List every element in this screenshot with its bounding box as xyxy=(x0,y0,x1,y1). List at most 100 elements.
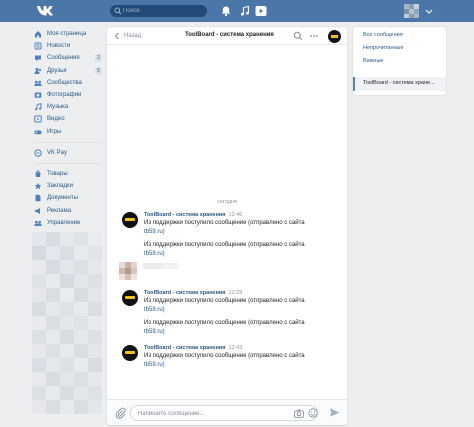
redacted-sidebar-area xyxy=(32,232,102,422)
sidebar-item-label: Игры xyxy=(47,128,62,135)
video-icon xyxy=(34,115,42,123)
message-input[interactable] xyxy=(138,409,278,418)
ads-icon xyxy=(35,207,40,214)
play-icon[interactable] xyxy=(255,5,267,17)
messages-count-badge: 2 xyxy=(95,54,102,63)
sidebar-item-label: VK Pay xyxy=(47,149,68,156)
message-composer xyxy=(107,399,347,425)
sidebar-item-music[interactable]: Музыка xyxy=(32,101,104,113)
message-time: 12:29 xyxy=(228,290,243,296)
back-button[interactable]: Назад xyxy=(114,32,141,40)
search-icon[interactable] xyxy=(293,31,303,41)
filter-all-messages[interactable]: Все сообщения xyxy=(363,32,403,38)
sidebar-item-label: Управление xyxy=(47,219,81,226)
chat-header: Назад ToolBoard - система хранения xyxy=(107,27,347,45)
goods-icon xyxy=(35,170,41,177)
friends-icon xyxy=(34,67,42,74)
sender-name[interactable]: ToolBoard - система хранения 12:29 xyxy=(144,290,242,296)
message-text: Из поддержки поступило сообщение (отправ… xyxy=(144,297,309,314)
active-chat-item[interactable]: ToolBoard - система хране... xyxy=(353,77,446,91)
friends-count-badge: 5 xyxy=(95,66,102,75)
site-link[interactable]: tb59.ru) xyxy=(144,228,309,237)
news-icon xyxy=(34,42,42,50)
sidebar-item-goods[interactable]: Товары xyxy=(32,168,104,180)
vkpay-icon xyxy=(34,149,42,157)
sidebar-item-documents[interactable]: Документы xyxy=(32,192,104,204)
camera-icon[interactable] xyxy=(294,409,304,418)
sender-name[interactable]: ToolBoard - система хранения 12:46 xyxy=(144,212,242,218)
sidebar-item-manage[interactable]: Управление xyxy=(32,217,104,229)
sidebar-item-label: Видео xyxy=(47,116,65,123)
documents-icon xyxy=(35,195,41,202)
sidebar-item-messages[interactable]: Сообщения 2 xyxy=(32,52,104,64)
sidebar-item-video[interactable]: Видео xyxy=(32,113,104,125)
emoji-icon[interactable] xyxy=(308,408,318,418)
sidebar-item-news[interactable]: Новости xyxy=(32,40,104,52)
message-time: 12:43 xyxy=(228,345,243,351)
chat-avatar[interactable] xyxy=(328,30,341,43)
site-link[interactable]: tb59.ru) xyxy=(144,306,309,315)
manage-icon xyxy=(34,220,42,226)
search-input[interactable] xyxy=(123,6,203,16)
site-link[interactable]: tb59.ru) xyxy=(144,361,309,370)
search-icon xyxy=(114,7,122,15)
sidebar-item-friends[interactable]: Друзья 5 xyxy=(32,65,104,77)
sidebar-divider xyxy=(34,162,102,164)
home-icon xyxy=(35,31,41,38)
sidebar-item-communities[interactable]: Сообщества xyxy=(32,77,104,89)
redacted-author xyxy=(119,262,179,280)
site-link[interactable]: tb59.ru) xyxy=(144,328,309,337)
message-item: ToolBoard - система хранения 12:29 Из под… xyxy=(122,290,337,345)
message-text: Из поддержки поступило сообщение (отправ… xyxy=(144,219,309,236)
bookmarks-icon xyxy=(34,182,42,190)
filter-unread[interactable]: Непрочитанные xyxy=(363,45,404,51)
chat-title[interactable]: ToolBoard - система хранения xyxy=(185,32,274,38)
user-avatar[interactable] xyxy=(404,3,436,19)
vk-logo-icon[interactable] xyxy=(36,4,54,17)
sender-avatar[interactable] xyxy=(122,290,138,306)
message-input-box[interactable] xyxy=(130,405,318,421)
left-sidebar: Моя страница Новости Сообщения 2 Друзья … xyxy=(32,28,104,229)
music-icon xyxy=(35,103,42,111)
search-box[interactable] xyxy=(110,5,207,17)
sidebar-item-label: Сообщения xyxy=(47,55,80,62)
sidebar-item-vkpay[interactable]: VK Pay xyxy=(32,147,104,159)
active-chat-label: ToolBoard - система хране... xyxy=(363,80,435,86)
sidebar-item-photos[interactable]: Фотографии xyxy=(32,89,104,101)
date-separator: сегодня xyxy=(217,199,237,205)
top-bar xyxy=(0,0,474,22)
sidebar-item-label: Сообщества xyxy=(47,79,82,86)
send-icon[interactable] xyxy=(329,407,340,418)
message-text: Из поддержки поступило сообщение (отправ… xyxy=(144,352,309,369)
sender-avatar[interactable] xyxy=(122,345,138,361)
sidebar-item-label: Закладки xyxy=(47,183,73,190)
sidebar-item-label: Товары xyxy=(47,170,68,177)
more-icon[interactable] xyxy=(309,31,319,41)
sidebar-item-label: Моя страница xyxy=(47,31,87,38)
sidebar-item-ads[interactable]: Реклама xyxy=(32,204,104,216)
sidebar-item-label: Музыка xyxy=(47,104,69,111)
sidebar-item-label: Новости xyxy=(47,43,71,50)
bell-icon[interactable] xyxy=(220,5,232,17)
filter-important[interactable]: Важные xyxy=(363,58,383,64)
back-label: Назад xyxy=(124,33,142,39)
photos-icon xyxy=(34,92,42,98)
sidebar-item-my-page[interactable]: Моя страница xyxy=(32,28,104,40)
message-text: Из поддержки поступило сообщение (отправ… xyxy=(144,319,309,336)
sidebar-item-games[interactable]: Игры xyxy=(32,126,104,138)
message-item: ToolBoard - система хранения 12:43 Из под… xyxy=(122,345,337,375)
music-note-icon[interactable] xyxy=(239,5,251,17)
site-link[interactable]: tb59.ru) xyxy=(144,250,309,259)
sender-name[interactable]: ToolBoard - система хранения 12:43 xyxy=(144,345,242,351)
chevron-left-icon xyxy=(114,32,119,40)
sidebar-item-label: Реклама xyxy=(47,207,72,214)
sidebar-item-label: Фотографии xyxy=(47,92,82,99)
sidebar-divider xyxy=(34,141,102,143)
sidebar-item-label: Друзья xyxy=(47,67,67,74)
sender-avatar[interactable] xyxy=(122,212,138,228)
sidebar-item-bookmarks[interactable]: Закладки xyxy=(32,180,104,192)
message-text: Из поддержки поступило сообщение (отправ… xyxy=(144,241,309,258)
communities-icon xyxy=(34,80,42,86)
games-icon xyxy=(34,130,42,134)
paperclip-icon[interactable] xyxy=(115,407,126,419)
